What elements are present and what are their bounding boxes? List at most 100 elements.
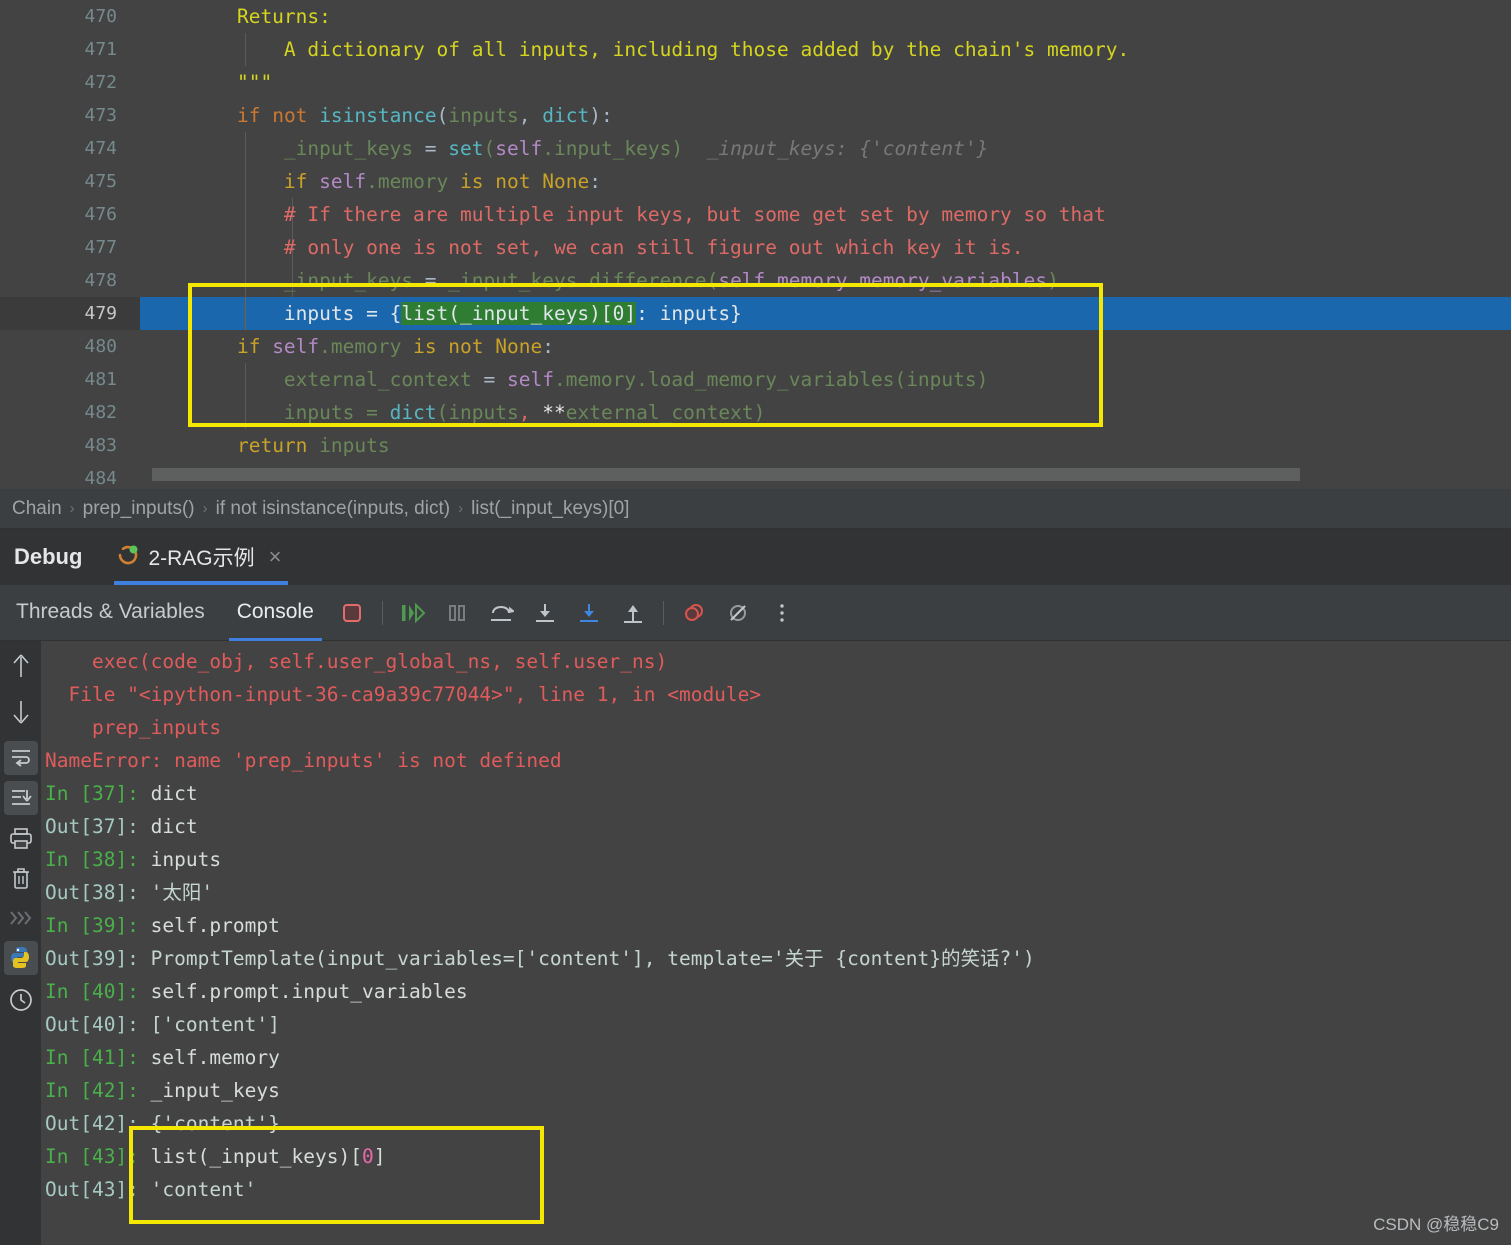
in-prompt: In [38]: <box>45 848 151 871</box>
paren: ( <box>436 104 449 127</box>
console-prompt-icon[interactable] <box>4 901 38 935</box>
code-lines[interactable]: 470 Returns: 471 A dictionary of all inp… <box>0 0 1511 489</box>
in-value: dict <box>150 782 198 805</box>
editor-hscrollbar-thumb[interactable] <box>152 468 1300 481</box>
docstring-text: A dictionary of all inputs, including th… <box>190 38 1130 61</box>
console-line-in: In [39]: self.prompt <box>41 909 1511 942</box>
line-content: if self.memory is not None: <box>190 165 601 198</box>
keyword-self: self <box>495 137 543 160</box>
stop-icon[interactable] <box>333 594 371 632</box>
console-line-in: In [38]: inputs <box>41 843 1511 876</box>
line-content: # only one is not set, we can still figu… <box>190 231 1024 264</box>
fold-gutter[interactable] <box>140 363 190 396</box>
fold-gutter[interactable] <box>140 99 190 132</box>
expr-tail: : inputs} <box>636 302 742 325</box>
code-line-472[interactable]: 472 """ <box>0 66 1511 99</box>
step-over-icon[interactable] <box>482 594 520 632</box>
fold-gutter[interactable] <box>140 396 190 429</box>
console-panel[interactable]: exec(code_obj, self.user_global_ns, self… <box>0 641 1511 1245</box>
console-line-out: Out[43]: 'content' <box>41 1173 1511 1206</box>
step-out-icon[interactable] <box>614 594 652 632</box>
keyword-none: None <box>483 335 543 358</box>
bracket-open: [ <box>350 1145 363 1168</box>
comma: , <box>518 401 543 424</box>
out-value: {'content'} <box>150 1112 280 1135</box>
comma: , <box>518 104 543 127</box>
mute-breakpoints-icon[interactable] <box>719 594 757 632</box>
fold-gutter[interactable] <box>140 297 190 330</box>
console-line-in: In [42]: _input_keys <box>41 1074 1511 1107</box>
comment-text: # only one is not set, we can still figu… <box>190 236 1024 259</box>
fold-gutter[interactable] <box>140 0 190 33</box>
console-line-out: Out[38]: '太阳' <box>41 876 1511 909</box>
keyword-self: self <box>507 368 554 391</box>
fold-gutter[interactable] <box>140 33 190 66</box>
breadcrumb-item-1[interactable]: prep_inputs() <box>79 498 199 520</box>
var-external-context: external_context <box>283 368 472 391</box>
breadcrumb-separator: › <box>202 500 208 517</box>
paren-close: ) <box>976 368 989 391</box>
resume-program-icon[interactable] <box>394 594 432 632</box>
scroll-down-icon[interactable] <box>4 695 38 729</box>
console-output[interactable]: exec(code_obj, self.user_global_ns, self… <box>41 641 1511 1245</box>
step-into-icon[interactable] <box>526 594 564 632</box>
line-content: _input_keys = _input_keys.difference(sel… <box>190 264 1059 297</box>
breadcrumb-item-0[interactable]: Chain <box>8 498 66 520</box>
soft-wrap-icon[interactable] <box>3 741 38 775</box>
breadcrumb[interactable]: Chain › prep_inputs() › if not isinstanc… <box>0 489 1511 529</box>
in-value: self.prompt.input_variables <box>150 980 468 1003</box>
debug-toolbar[interactable]: Threads & Variables Console <box>0 585 1511 641</box>
fold-gutter[interactable] <box>140 429 190 462</box>
scroll-to-end-icon[interactable] <box>3 781 38 815</box>
code-line-483[interactable]: 483 return inputs <box>0 429 1511 462</box>
builtin-dict: dict <box>389 401 437 424</box>
history-icon[interactable] <box>4 983 38 1017</box>
run-configuration-tab[interactable]: 2-RAG示例 × <box>106 529 293 585</box>
pause-program-icon[interactable] <box>438 594 476 632</box>
breadcrumb-separator: › <box>458 500 464 517</box>
tab-console[interactable]: Console <box>221 585 330 641</box>
clear-all-icon[interactable] <box>4 861 38 895</box>
keyword-none: None <box>530 170 590 193</box>
scroll-up-icon[interactable] <box>4 649 38 683</box>
traceback-text: File "<ipython-input-36-ca9a39c77044>", … <box>45 683 762 706</box>
code-line-476[interactable]: 476 # If there are multiple input keys, … <box>0 198 1511 231</box>
code-line-479-active[interactable]: 479 inputs = {list(_input_keys)[0]: inpu… <box>0 297 1511 330</box>
fold-gutter[interactable] <box>140 165 190 198</box>
fold-gutter[interactable] <box>140 66 190 99</box>
code-line-474[interactable]: 474 _input_keys = set(self.input_keys) _… <box>0 132 1511 165</box>
fold-gutter[interactable] <box>140 198 190 231</box>
fold-gutter[interactable] <box>140 330 190 363</box>
print-icon[interactable] <box>4 821 38 855</box>
view-breakpoints-icon[interactable] <box>675 594 713 632</box>
console-side-toolbar[interactable] <box>0 641 41 1245</box>
breadcrumb-item-3[interactable]: list(_input_keys)[0] <box>467 498 633 520</box>
code-line-471[interactable]: 471 A dictionary of all inputs, includin… <box>0 33 1511 66</box>
line-number: 470 <box>0 0 140 33</box>
code-line-482[interactable]: 482 inputs = dict(inputs, **external_con… <box>0 396 1511 429</box>
code-line-470[interactable]: 470 Returns: <box>0 0 1511 33</box>
fold-gutter[interactable] <box>140 231 190 264</box>
code-line-475[interactable]: 475 if self.memory is not None: <box>0 165 1511 198</box>
code-line-473[interactable]: 473 if not isinstance(inputs, dict): <box>0 99 1511 132</box>
code-line-477[interactable]: 477 # only one is not set, we can still … <box>0 231 1511 264</box>
code-editor[interactable]: 470 Returns: 471 A dictionary of all inp… <box>0 0 1511 489</box>
code-line-480[interactable]: 480 if self.memory is not None: <box>0 330 1511 363</box>
line-number: 474 <box>0 132 140 165</box>
in-prompt: In [37]: <box>45 782 151 805</box>
code-line-481[interactable]: 481 external_context = self.memory.load_… <box>0 363 1511 396</box>
close-icon[interactable]: × <box>269 544 282 570</box>
line-content: return inputs <box>190 429 390 462</box>
force-step-into-icon[interactable] <box>570 594 608 632</box>
paren: ( <box>436 401 449 424</box>
keyword-return: return <box>236 434 308 457</box>
more-options-icon[interactable] <box>763 594 801 632</box>
breadcrumb-item-2[interactable]: if not isinstance(inputs, dict) <box>212 498 454 520</box>
expr-inputs-assign: inputs = <box>283 401 390 424</box>
code-line-478[interactable]: 478 _input_keys = _input_keys.difference… <box>0 264 1511 297</box>
tab-threads-and-variables[interactable]: Threads & Variables <box>0 585 221 641</box>
fold-gutter[interactable] <box>140 132 190 165</box>
python-console-icon[interactable] <box>3 941 38 975</box>
line-number: 475 <box>0 165 140 198</box>
fold-gutter[interactable] <box>140 264 190 297</box>
